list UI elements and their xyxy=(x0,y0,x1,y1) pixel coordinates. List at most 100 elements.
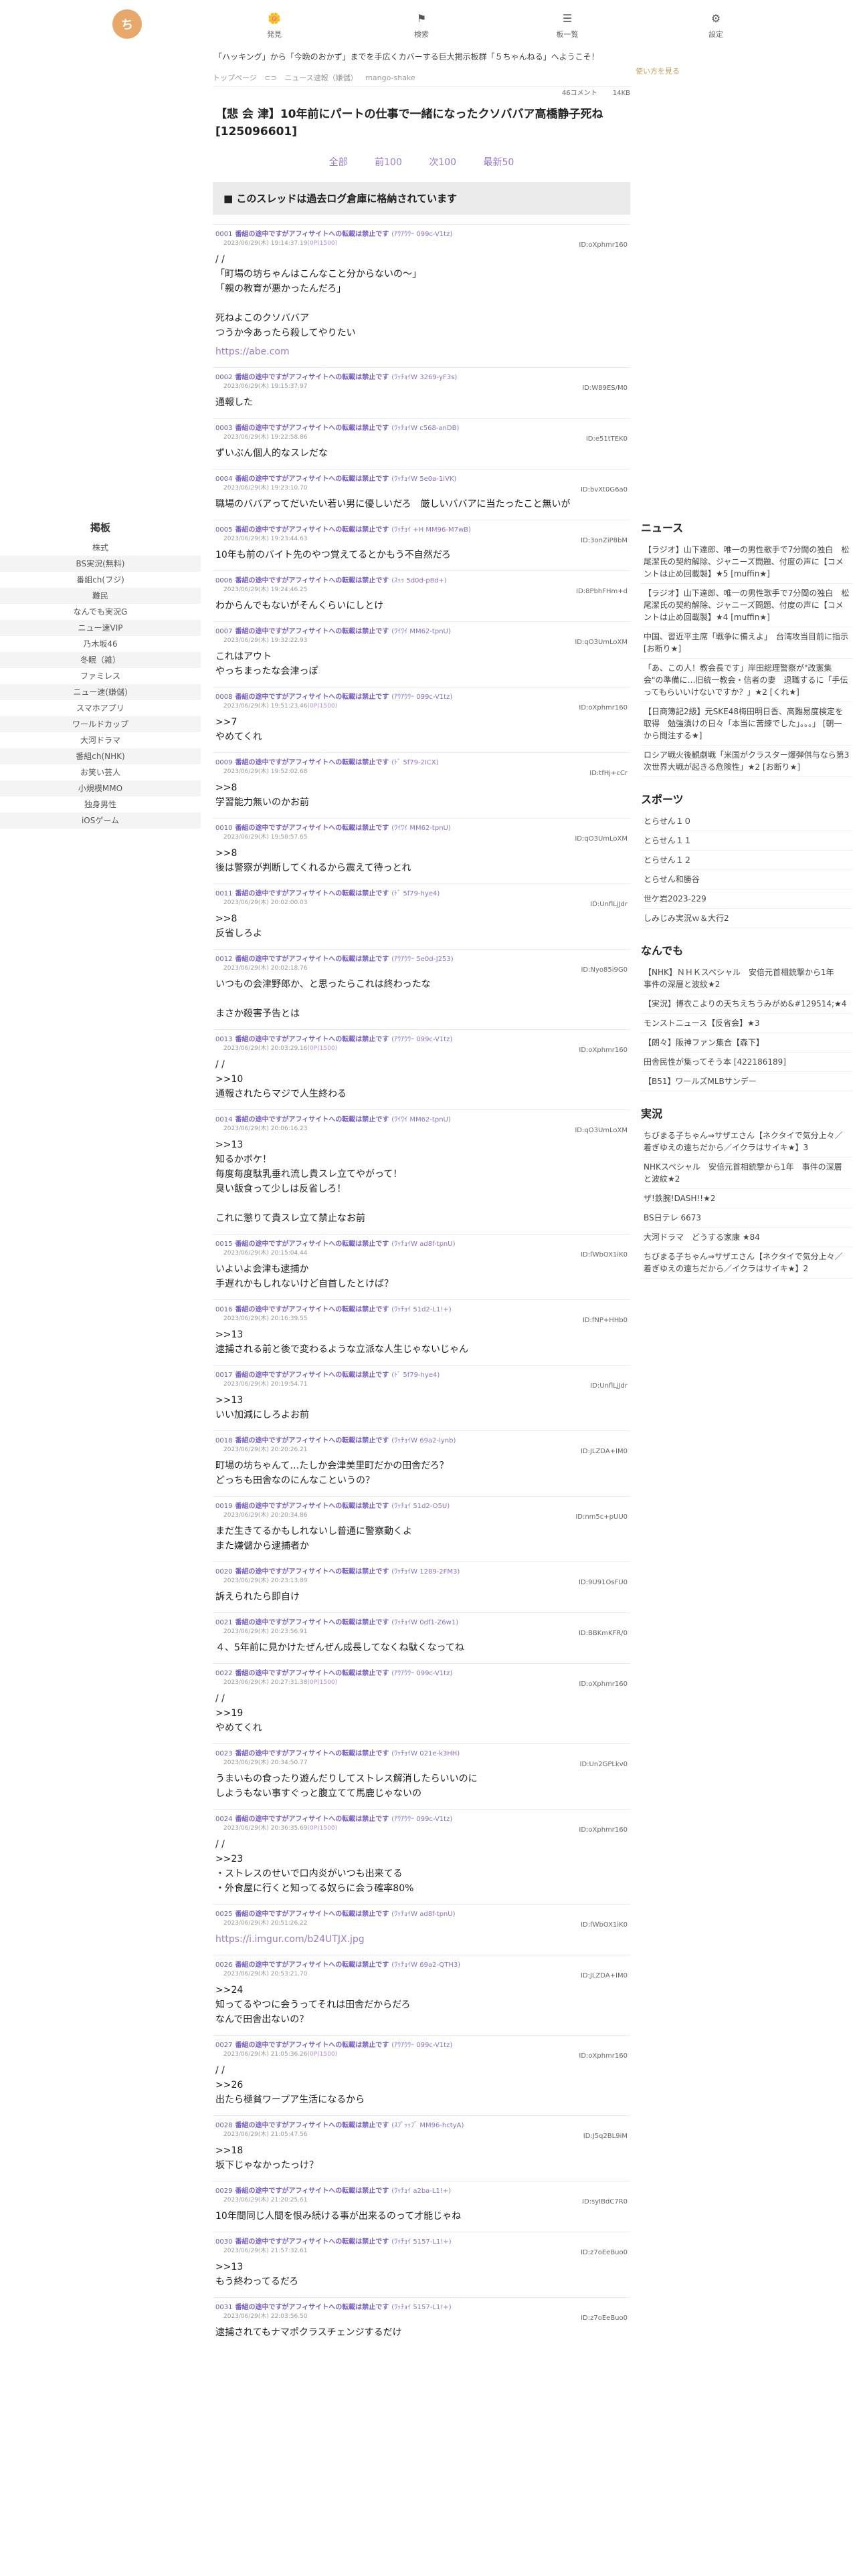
news-item[interactable]: 【朗々】阪神ファン集合【森下】 xyxy=(641,1033,852,1053)
post-number[interactable]: 0018 xyxy=(215,1437,232,1444)
post-number[interactable]: 0015 xyxy=(215,1241,232,1248)
help-link-text[interactable]: 使い方を見る xyxy=(636,67,680,76)
help-link[interactable]: 使い方を見る xyxy=(636,66,680,76)
post-number[interactable]: 0029 xyxy=(215,2187,232,2195)
post-id[interactable]: ID:nm5c+pUU0 xyxy=(575,1513,628,1521)
post-id[interactable]: ID:qO3UmLoXM xyxy=(575,835,628,843)
news-item[interactable]: しみじみ実況ｗ＆大行2 xyxy=(641,909,852,928)
post-number[interactable]: 0017 xyxy=(215,1372,232,1379)
sidebar-board-item[interactable]: スマホアプリ xyxy=(0,700,201,716)
pager-all[interactable]: 全部 xyxy=(329,155,348,169)
post-number[interactable]: 0005 xyxy=(215,526,232,534)
post-id[interactable]: ID:Nyo85i9G0 xyxy=(581,966,628,974)
post-number[interactable]: 0011 xyxy=(215,890,232,897)
nav-search[interactable]: ⚑ 検索 xyxy=(395,12,448,39)
post-id[interactable]: ID:fWbOX1iK0 xyxy=(581,1921,628,1929)
post-id[interactable]: ID:e51tTEK0 xyxy=(586,435,628,443)
nav-discover[interactable]: 🌼 発見 xyxy=(248,12,301,39)
post-id[interactable]: ID:oXphmr160 xyxy=(579,241,628,249)
news-item[interactable]: ちびまる子ちゃん⇒サザエさん【ネクタイで気分上々／着ぎゆえの遠ちだから／イクラは… xyxy=(641,1126,852,1158)
crumb-top[interactable]: トップページ xyxy=(213,74,257,82)
sidebar-board-item[interactable]: iOSゲーム xyxy=(0,813,201,829)
post-number[interactable]: 0019 xyxy=(215,1503,232,1510)
post-id[interactable]: ID:qO3UmLoXM xyxy=(575,639,628,646)
news-item[interactable]: BS日テレ 6673 xyxy=(641,1208,852,1228)
post-id[interactable]: ID:tfHj+cCr xyxy=(589,770,628,777)
news-item[interactable]: とらせん１２ xyxy=(641,851,852,870)
post-number[interactable]: 0002 xyxy=(215,374,232,381)
post-number[interactable]: 0001 xyxy=(215,231,232,238)
post-id[interactable]: ID:oXphmr160 xyxy=(579,1826,628,1834)
post-link[interactable]: https://i.imgur.com/b24UTJX.jpg xyxy=(215,1934,365,1945)
post-id[interactable]: ID:oXphmr160 xyxy=(579,1047,628,1054)
sidebar-board-item[interactable]: 乃木坂46 xyxy=(0,636,201,652)
post-number[interactable]: 0024 xyxy=(215,1816,232,1823)
crumb-server[interactable]: mango-shake xyxy=(365,74,415,82)
news-item[interactable]: モンストニュース【反省会】★3 xyxy=(641,1014,852,1033)
sidebar-board-item[interactable]: 難民 xyxy=(0,588,201,604)
post-id[interactable]: ID:BBKmKFR/0 xyxy=(579,1630,628,1637)
news-item[interactable]: 【日商簿記2級】元SKE48梅田明日香、高難易度検定を取得 勉強漬けの日々「本当… xyxy=(641,702,852,746)
post-number[interactable]: 0022 xyxy=(215,1670,232,1677)
news-item[interactable]: ロシア戦火後観劇戦「米国がクラスター爆弾供与なら第3次世界大戦が起きる危険性」★… xyxy=(641,746,852,777)
sidebar-board-item[interactable]: 番組ch(フジ) xyxy=(0,572,201,588)
sidebar-board-item[interactable]: なんでも実況G xyxy=(0,604,201,620)
post-id[interactable]: ID:z7oEeBuo0 xyxy=(581,2315,628,2322)
news-item[interactable]: 【NHK】ＮＨＫスペシャル 安倍元首相銃撃から1年 事件の深層と波紋★2 xyxy=(641,963,852,994)
post-number[interactable]: 0009 xyxy=(215,759,232,766)
post-id[interactable]: ID:JLZDA+IM0 xyxy=(581,1448,628,1455)
nav-settings[interactable]: ⚙ 設定 xyxy=(689,12,743,39)
news-item[interactable]: 【ラジオ】山下達郎、唯一の男性歌手で7分間の独白 松尾潔氏の契約解除、ジャニーズ… xyxy=(641,584,852,627)
post-id[interactable]: ID:JLZDA+IM0 xyxy=(581,1972,628,1979)
site-logo[interactable]: ち xyxy=(112,9,142,39)
post-number[interactable]: 0010 xyxy=(215,825,232,832)
post-id[interactable]: ID:Un2GPLkv0 xyxy=(580,1761,628,1768)
post-id[interactable]: ID:fWbOX1iK0 xyxy=(581,1251,628,1259)
pager-latest[interactable]: 最新50 xyxy=(484,155,514,169)
news-item[interactable]: とらせん１０ xyxy=(641,812,852,831)
post-id[interactable]: ID:3onZiP8bM xyxy=(581,537,628,544)
sidebar-board-item[interactable]: ファミレス xyxy=(0,668,201,684)
post-number[interactable]: 0006 xyxy=(215,577,232,584)
sidebar-board-item[interactable]: 大河ドラマ xyxy=(0,732,201,748)
sidebar-board-item[interactable]: ニュー速(嫌儲) xyxy=(0,684,201,700)
news-item[interactable]: 世ケ岩2023-229 xyxy=(641,889,852,909)
post-id[interactable]: ID:UnflLjJdr xyxy=(590,1382,628,1390)
post-id[interactable]: ID:9U91OsFU0 xyxy=(579,1579,628,1586)
post-number[interactable]: 0004 xyxy=(215,475,232,483)
sidebar-board-item[interactable]: 株式 xyxy=(0,540,201,556)
sidebar-board-item[interactable]: 冬眠（雑） xyxy=(0,652,201,668)
post-id[interactable]: ID:syIBdC7R0 xyxy=(582,2198,628,2206)
news-item[interactable]: 【B51】ワールズMLBサンデー xyxy=(641,1072,852,1091)
news-item[interactable]: 田舎民性が集ってそう本 [422186189] xyxy=(641,1053,852,1072)
post-number[interactable]: 0027 xyxy=(215,2042,232,2049)
post-number[interactable]: 0007 xyxy=(215,628,232,635)
sidebar-board-item[interactable]: ニュー速VIP xyxy=(0,620,201,636)
post-id[interactable]: ID:oXphmr160 xyxy=(579,704,628,712)
post-number[interactable]: 0003 xyxy=(215,425,232,432)
post-number[interactable]: 0014 xyxy=(215,1116,232,1123)
post-id[interactable]: ID:oXphmr160 xyxy=(579,2052,628,2060)
post-number[interactable]: 0031 xyxy=(215,2304,232,2311)
post-number[interactable]: 0028 xyxy=(215,2122,232,2129)
post-number[interactable]: 0012 xyxy=(215,956,232,963)
sidebar-board-item[interactable]: ワールドカップ xyxy=(0,716,201,732)
news-item[interactable]: NHKスペシャル 安倍元首相銃撃から1年 事件の深層と波紋★2 xyxy=(641,1158,852,1189)
post-id[interactable]: ID:oXphmr160 xyxy=(579,1681,628,1688)
post-number[interactable]: 0008 xyxy=(215,693,232,701)
news-item[interactable]: 中国、習近平主席「戦争に備えよ」 台湾攻当目前に指示 [お断り★] xyxy=(641,627,852,659)
news-item[interactable]: 【実況】博衣こよりの天ちえちうみがめ&#129514;★4 xyxy=(641,994,852,1014)
sidebar-board-item[interactable]: 番組ch(NHK) xyxy=(0,748,201,764)
post-id[interactable]: ID:W89ES/M0 xyxy=(582,385,628,392)
post-id[interactable]: ID:z7oEeBuo0 xyxy=(581,2249,628,2256)
pager-next[interactable]: 次100 xyxy=(429,155,456,169)
sidebar-board-item[interactable]: BS実況(無料) xyxy=(0,556,201,572)
news-item[interactable]: とらせん和勝谷 xyxy=(641,870,852,889)
post-id[interactable]: ID:UnflLjJdr xyxy=(590,901,628,908)
post-number[interactable]: 0021 xyxy=(215,1619,232,1626)
post-id[interactable]: ID:bvXt0G6a0 xyxy=(581,486,628,494)
news-item[interactable]: ちびまる子ちゃん⇒サザエさん【ネクタイで気分上々／着ぎゆえの遠ちだから／イクラは… xyxy=(641,1247,852,1279)
post-id[interactable]: ID:J5q2BL9iM xyxy=(583,2133,628,2140)
pager-prev[interactable]: 前100 xyxy=(375,155,402,169)
sidebar-board-item[interactable]: 小規模MMO xyxy=(0,780,201,796)
